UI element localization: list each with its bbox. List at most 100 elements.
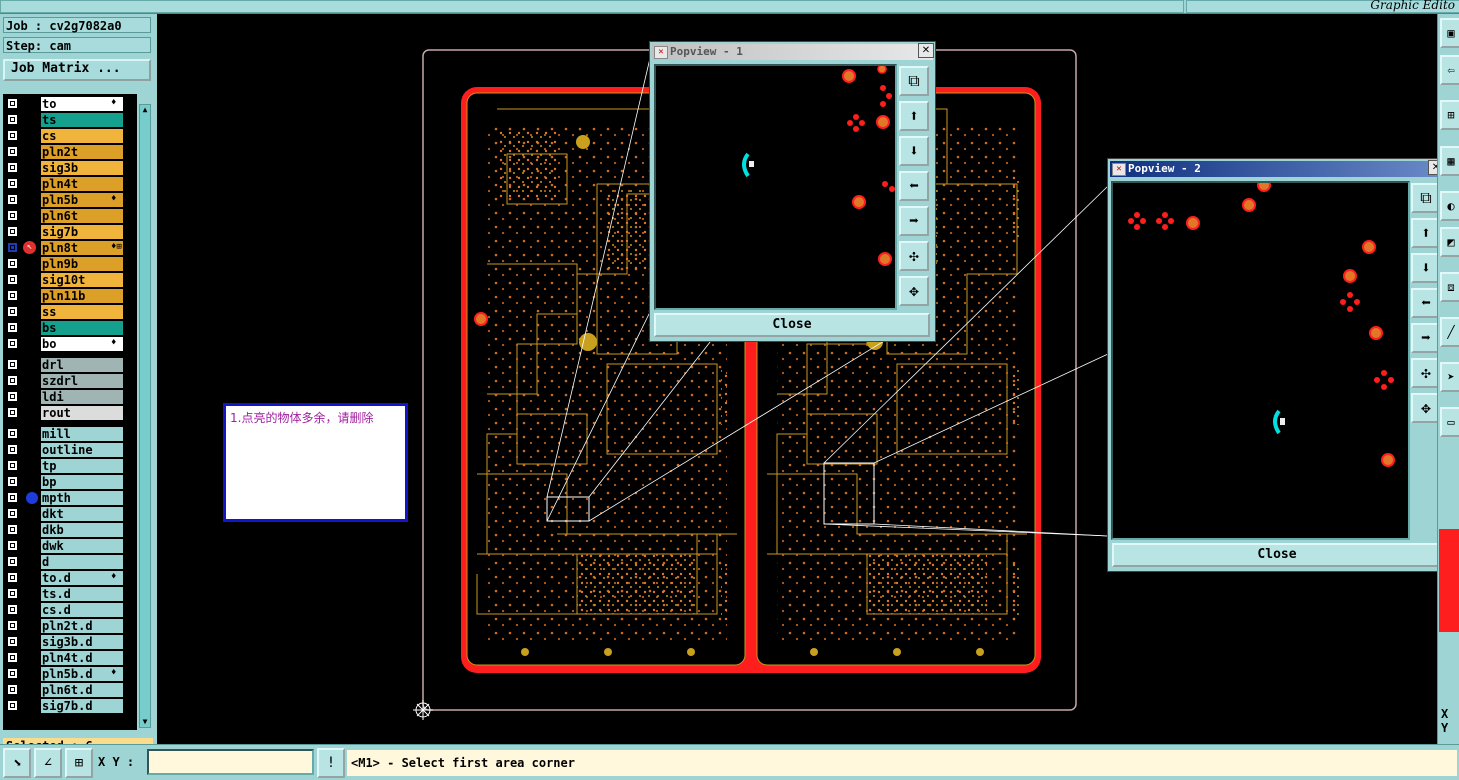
tool-route-icon[interactable]: ╱: [1440, 317, 1459, 347]
layer-checkbox[interactable]: [7, 476, 18, 487]
layer-name[interactable]: ss: [41, 305, 123, 319]
layer-row[interactable]: pln11b: [3, 288, 137, 304]
layer-checkbox[interactable]: [7, 540, 18, 551]
layer-checkbox[interactable]: [7, 130, 18, 141]
job-matrix-button[interactable]: Job Matrix ...: [3, 59, 151, 81]
layer-name[interactable]: dkb: [41, 523, 123, 537]
layer-name[interactable]: pln4t: [41, 177, 123, 191]
pan-left-icon[interactable]: ⬅: [899, 171, 929, 201]
layer-name[interactable]: pln11b: [41, 289, 123, 303]
layer-name[interactable]: drl: [41, 358, 123, 372]
tool-zoom-icon[interactable]: ⊞: [1440, 100, 1459, 130]
layer-checkbox[interactable]: [7, 178, 18, 189]
layer-name[interactable]: rout: [41, 406, 123, 420]
layer-name[interactable]: pln6t: [41, 209, 123, 223]
close-icon[interactable]: ✕: [918, 43, 934, 58]
layer-checkbox[interactable]: [7, 428, 18, 439]
layer-checkbox[interactable]: [7, 146, 18, 157]
layer-row[interactable]: pln6t.d: [3, 682, 137, 698]
layer-name[interactable]: cs.d: [41, 603, 123, 617]
layer-checkbox[interactable]: [7, 210, 18, 221]
layer-name[interactable]: pln2t: [41, 145, 123, 159]
layer-row[interactable]: ss: [3, 304, 137, 320]
layer-row[interactable]: ts: [3, 112, 137, 128]
layer-row[interactable]: pln5b.d ♦: [3, 666, 137, 682]
layer-checkbox[interactable]: [7, 306, 18, 317]
layer-row[interactable]: szdrl: [3, 373, 137, 389]
popview-1-titlebar[interactable]: ✕ Popview - 1: [652, 44, 933, 60]
layer-row[interactable]: pln9b: [3, 256, 137, 272]
layer-checkbox[interactable]: [7, 258, 18, 269]
layer-row[interactable]: sig3b: [3, 160, 137, 176]
layer-name[interactable]: sig3b.d: [41, 635, 123, 649]
tool-edit-icon[interactable]: ◩: [1440, 227, 1459, 257]
pan-up-icon[interactable]: ⬆: [899, 101, 929, 131]
layer-name[interactable]: szdrl: [41, 374, 123, 388]
layer-checkbox[interactable]: [7, 444, 18, 455]
layer-checkbox[interactable]: [7, 460, 18, 471]
layer-row[interactable]: to ♦: [3, 96, 137, 112]
layer-checkbox[interactable]: [7, 226, 18, 237]
popview-1-view[interactable]: [654, 64, 897, 310]
tool-copy-icon[interactable]: ⧈: [1440, 272, 1459, 302]
angle-icon[interactable]: ∠: [34, 748, 62, 778]
layer-row[interactable]: cs: [3, 128, 137, 144]
layer-checkbox[interactable]: [7, 492, 18, 503]
tool-select-icon[interactable]: ▣: [1440, 18, 1459, 48]
layer-checkbox[interactable]: [7, 162, 18, 173]
xy-input[interactable]: [147, 749, 314, 775]
snap-icon[interactable]: ⬊: [3, 748, 31, 778]
layer-checkbox[interactable]: [7, 290, 18, 301]
layer-row[interactable]: sig7b.d: [3, 698, 137, 714]
layer-checkbox[interactable]: [7, 407, 18, 418]
zoom-out-icon[interactable]: ✥: [899, 276, 929, 306]
zoom-copy-icon[interactable]: ⧉: [899, 66, 929, 96]
tool-pan-icon[interactable]: ▦: [1440, 146, 1459, 176]
tool-pointer-icon[interactable]: ➤: [1440, 362, 1459, 392]
layer-name[interactable]: ldi: [41, 390, 123, 404]
layer-row[interactable]: tp: [3, 458, 137, 474]
layer-name[interactable]: sig3b: [41, 161, 123, 175]
pan-right-icon[interactable]: ➡: [899, 206, 929, 236]
tool-move-icon[interactable]: ⇦: [1440, 55, 1459, 85]
zoom-in-icon[interactable]: ✣: [899, 241, 929, 271]
layer-row[interactable]: cs.d: [3, 602, 137, 618]
layer-row[interactable]: d: [3, 554, 137, 570]
layer-row[interactable]: pln2t: [3, 144, 137, 160]
layer-name[interactable]: mpth: [41, 491, 123, 505]
layer-row[interactable]: drl: [3, 357, 137, 373]
layer-name[interactable]: pln9b: [41, 257, 123, 271]
layer-name[interactable]: pln2t.d: [41, 619, 123, 633]
layer-checkbox[interactable]: [7, 668, 18, 679]
layer-checkbox[interactable]: [7, 700, 18, 711]
grid-icon[interactable]: ⊞: [65, 748, 93, 778]
layer-row[interactable]: to.d ♦: [3, 570, 137, 586]
layer-checkbox[interactable]: [7, 194, 18, 205]
scroll-up-icon[interactable]: ▲: [140, 105, 150, 115]
layer-name[interactable]: sig7b.d: [41, 699, 123, 713]
layer-checkbox[interactable]: [7, 636, 18, 647]
layer-checkbox[interactable]: [7, 572, 18, 583]
layer-row[interactable]: ↖ pln8t ♦⊞: [3, 240, 137, 256]
tool-measure-icon[interactable]: ◐: [1440, 191, 1459, 221]
popview-2-close-button[interactable]: Close: [1112, 543, 1442, 567]
layer-checkbox[interactable]: [7, 338, 18, 349]
layer-row[interactable]: pln5b ♦: [3, 192, 137, 208]
layer-checkbox[interactable]: [7, 604, 18, 615]
layer-checkbox[interactable]: [7, 114, 18, 125]
layer-name[interactable]: dwk: [41, 539, 123, 553]
layer-row[interactable]: pln2t.d: [3, 618, 137, 634]
layer-checkbox[interactable]: [7, 274, 18, 285]
layer-row[interactable]: bs: [3, 320, 137, 336]
layer-row[interactable]: pln4t: [3, 176, 137, 192]
layer-row[interactable]: pln6t: [3, 208, 137, 224]
layer-checkbox[interactable]: [7, 684, 18, 695]
alert-icon[interactable]: !: [317, 748, 345, 778]
layer-row[interactable]: ldi: [3, 389, 137, 405]
layer-row[interactable]: sig7b: [3, 224, 137, 240]
pan-down-icon[interactable]: ⬇: [899, 136, 929, 166]
layer-checkbox[interactable]: [7, 556, 18, 567]
layer-checkbox[interactable]: [7, 98, 18, 109]
layer-name[interactable]: sig7b: [41, 225, 123, 239]
layer-checkbox[interactable]: [7, 652, 18, 663]
